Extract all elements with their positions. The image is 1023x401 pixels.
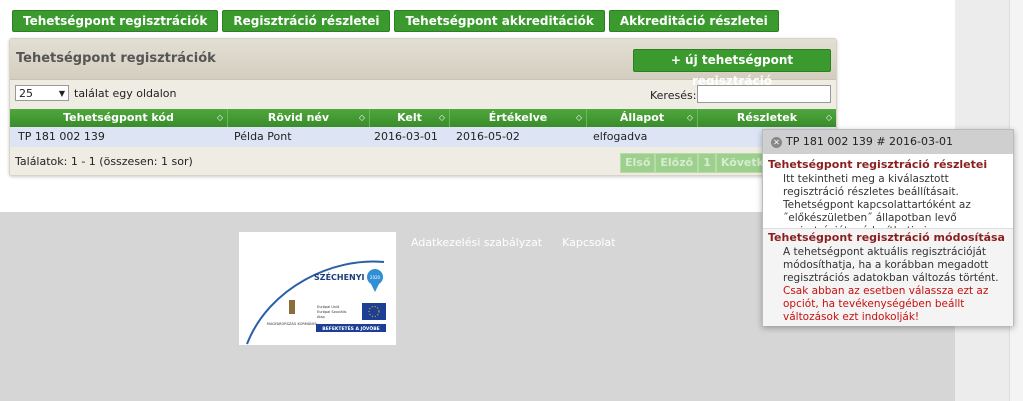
panel-header: Tehetségpont regisztrációk + új tehetség… [10, 39, 836, 88]
col-header-code[interactable]: Tehetségpont kód ◇ [10, 109, 228, 127]
logo-eu-3: Alap [317, 315, 326, 319]
col-label: Állapot [619, 111, 665, 124]
tab-accreditation-details[interactable]: Akkreditáció részletei [608, 10, 779, 32]
cell-code: TP 181 002 139 [18, 130, 105, 143]
footer-links: Adatkezelési szabályzat Kapcsolat [411, 236, 616, 249]
col-label: Részletek [736, 111, 798, 124]
tab-registrations[interactable]: Tehetségpont regisztrációk [12, 10, 219, 32]
table-row[interactable]: TP 181 002 139 Példa Pont 2016-03-01 201… [10, 127, 836, 147]
registrations-panel: Tehetségpont regisztrációk + új tehetség… [9, 38, 837, 176]
privacy-link[interactable]: Adatkezelési szabályzat [411, 236, 542, 249]
szechenyi-logo-graphic: SZÉCHENYI 2020 MAGYARORSZÁG KORMÁNYA Eur… [246, 260, 386, 345]
popup-warning-text: Csak abban az esetben válassza ezt az op… [783, 285, 989, 323]
cell-date: 2016-03-01 [374, 130, 438, 143]
close-icon[interactable]: ✕ [771, 136, 782, 148]
popup-header-text: TP 181 002 139 # 2016-03-01 [786, 135, 953, 148]
cell-evaluated: 2016-05-02 [456, 130, 520, 143]
panel-title: Tehetségpont regisztrációk [16, 51, 216, 66]
szechenyi-2020-logo: SZÉCHENYI 2020 MAGYARORSZÁG KORMÁNYA Eur… [239, 232, 396, 345]
pagination: Első Előző 1 Követke [620, 153, 777, 173]
tab-accreditations[interactable]: Tehetségpont akkreditációk [394, 10, 605, 32]
logo-gov: MAGYARORSZÁG KORMÁNYA [267, 321, 318, 326]
popup-section-modify[interactable]: Tehetségpont regisztráció módosítása A t… [763, 228, 1013, 326]
logo-year: 2020 [370, 275, 381, 280]
popup-header: ✕ TP 181 002 139 # 2016-03-01 [763, 130, 1013, 154]
per-page-value: 25 [19, 87, 33, 100]
col-header-status[interactable]: Állapot ◇ [587, 109, 698, 127]
sort-icon: ◇ [575, 113, 582, 122]
page-1-button[interactable]: 1 [698, 153, 716, 173]
sort-icon: ◇ [216, 113, 223, 122]
sort-icon: ◇ [438, 113, 445, 122]
col-label: Kelt [397, 111, 422, 124]
col-header-short-name[interactable]: Rövid név ◇ [228, 109, 370, 127]
col-header-date[interactable]: Kelt ◇ [370, 109, 450, 127]
page-prev-button[interactable]: Előző [655, 153, 699, 173]
logo-eu-1: Európai Unió [317, 305, 339, 309]
new-registration-button[interactable]: + új tehetségpont regisztráció [633, 49, 831, 88]
tab-registration-details[interactable]: Regisztráció részletei [222, 10, 391, 32]
details-popup: ✕ TP 181 002 139 # 2016-03-01 Tehetségpon… [762, 129, 1014, 326]
logo-brand: SZÉCHENYI [314, 271, 365, 282]
per-page-label: találat egy oldalon [74, 87, 177, 100]
table-controls: 25 ▼ találat egy oldalon Keresés: [10, 81, 836, 109]
table-header: Tehetségpont kód ◇ Rövid név ◇ Kelt ◇ Érték… [10, 109, 836, 127]
col-header-evaluated[interactable]: Értékelve ◇ [450, 109, 587, 127]
results-info: Találatok: 1 - 1 (összesen: 1 sor) [15, 155, 193, 168]
dropdown-arrow-icon: ▼ [58, 89, 65, 98]
sort-icon: ◇ [686, 113, 693, 122]
col-label: Rövid név [267, 111, 330, 124]
search-input[interactable] [697, 85, 831, 103]
sort-icon: ◇ [825, 113, 832, 122]
contact-link[interactable]: Kapcsolat [562, 236, 615, 249]
popup-section-title: Tehetségpont regisztráció részletei [768, 158, 988, 171]
popup-section-details[interactable]: Tehetségpont regisztráció részletei Itt … [763, 158, 1013, 237]
page-first-button[interactable]: Első [620, 153, 656, 173]
col-label: Értékelve [488, 111, 548, 124]
cell-status: elfogadva [593, 130, 648, 143]
search-label: Keresés: [650, 89, 697, 102]
top-nav: Tehetségpont regisztrációk Regisztráció … [12, 10, 779, 32]
per-page-select[interactable]: 25 ▼ [15, 85, 69, 101]
logo-eu-2: Európai Szociális [317, 310, 347, 314]
popup-section-title: Tehetségpont regisztráció módosítása [768, 231, 1005, 244]
cell-short-name: Példa Pont [234, 130, 292, 143]
col-label: Tehetségpont kód [63, 111, 174, 124]
sort-icon: ◇ [358, 113, 365, 122]
popup-section-text: A tehetségpont aktuális regisztrációját … [783, 246, 999, 284]
col-header-details[interactable]: Részletek ◇ [698, 109, 836, 127]
